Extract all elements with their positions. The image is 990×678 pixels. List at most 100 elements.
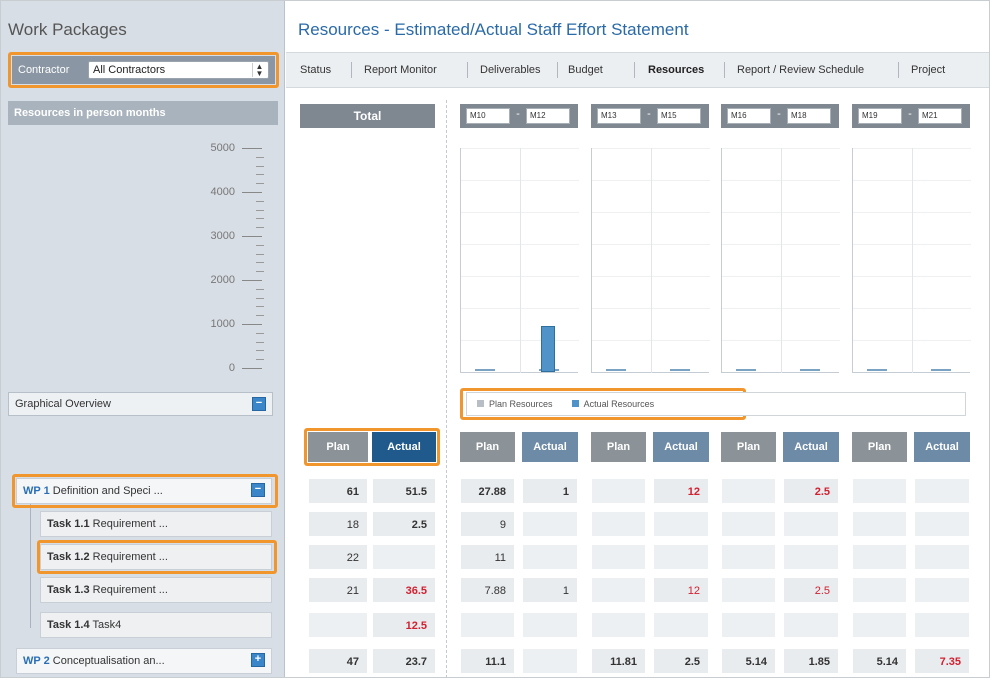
period-plan-cell bbox=[852, 511, 907, 537]
tab-budget[interactable]: Budget bbox=[568, 64, 603, 76]
y-tick-major bbox=[242, 324, 262, 325]
y-tick-minor bbox=[256, 218, 264, 220]
y-tick-minor bbox=[256, 271, 264, 273]
period-chart bbox=[852, 148, 971, 373]
period-actual-header: Actual bbox=[914, 432, 970, 462]
total-plan-cell: 47 bbox=[308, 648, 368, 674]
y-tick-minor bbox=[256, 174, 264, 176]
period-plan-header: Plan bbox=[460, 432, 515, 462]
y-tick-minor bbox=[256, 244, 264, 246]
y-tick-minor bbox=[256, 350, 264, 352]
chart-legend: Plan Resources Actual Resources bbox=[466, 392, 966, 416]
expand-icon[interactable]: + bbox=[251, 653, 265, 667]
sidebar-item-task-1-3[interactable]: Task 1.3 Requirement ... bbox=[40, 577, 272, 603]
period-from-select[interactable]: M10 bbox=[466, 108, 510, 124]
period-plan-cell bbox=[721, 511, 776, 537]
tab-report-monitor[interactable]: Report Monitor bbox=[364, 64, 437, 76]
y-tick-minor bbox=[256, 359, 264, 361]
period-plan-cell bbox=[852, 478, 907, 504]
total-actual-cell: 51.5 bbox=[372, 478, 436, 504]
chart-divider bbox=[912, 148, 913, 373]
total-plan-cell bbox=[308, 612, 368, 638]
sidebar-item-task-1-2[interactable]: Task 1.2 Requirement ... bbox=[40, 544, 272, 570]
y-tick-minor bbox=[256, 165, 264, 167]
y-tick-major bbox=[242, 368, 262, 369]
total-actual-cell: 2.5 bbox=[372, 511, 436, 537]
y-tick-major bbox=[242, 148, 262, 149]
period-to-select[interactable]: M12 bbox=[526, 108, 570, 124]
period-actual-cell bbox=[522, 511, 578, 537]
bar-baseline bbox=[931, 369, 951, 371]
y-tick-label: 4000 bbox=[210, 186, 235, 198]
tab-status[interactable]: Status bbox=[300, 64, 331, 76]
chart-divider bbox=[520, 148, 521, 373]
y-tick-label: 2000 bbox=[210, 274, 235, 286]
tab-project[interactable]: Project bbox=[911, 64, 945, 76]
period-chart bbox=[460, 148, 579, 373]
period-actual-header: Actual bbox=[783, 432, 839, 462]
period-plan-cell bbox=[721, 577, 776, 603]
work-packages-sidebar: Work Packages Contractor All Contractors… bbox=[0, 0, 285, 678]
period-plan-cell: 27.88 bbox=[460, 478, 515, 504]
plan-legend-swatch bbox=[477, 400, 484, 407]
total-actual-header: Actual bbox=[372, 432, 436, 462]
tab-separator bbox=[557, 62, 558, 78]
period-selector: M19- M21 bbox=[852, 104, 970, 128]
period-plan-cell: 9 bbox=[460, 511, 515, 537]
period-plan-cell: 11.81 bbox=[591, 648, 646, 674]
total-actual-cell: 12.5 bbox=[372, 612, 436, 638]
period-plan-cell: 11 bbox=[460, 544, 515, 570]
y-tick-minor bbox=[256, 262, 264, 264]
contractor-label: Contractor bbox=[18, 64, 70, 76]
total-header: Total bbox=[300, 104, 435, 128]
y-tick-minor bbox=[256, 288, 264, 290]
period-plan-header: Plan bbox=[852, 432, 907, 462]
total-plan-cell: 61 bbox=[308, 478, 368, 504]
period-plan-header: Plan bbox=[591, 432, 646, 462]
period-to-select[interactable]: M15 bbox=[657, 108, 701, 124]
period-chart bbox=[721, 148, 840, 373]
period-actual-cell bbox=[783, 511, 839, 537]
actual-legend-swatch bbox=[571, 400, 579, 407]
period-actual-cell bbox=[914, 577, 970, 603]
tab-report-review-schedule[interactable]: Report / Review Schedule bbox=[737, 64, 864, 76]
period-actual-header: Actual bbox=[522, 432, 578, 462]
period-from-select[interactable]: M19 bbox=[858, 108, 902, 124]
collapse-icon[interactable]: − bbox=[251, 483, 265, 497]
y-tick-label: 5000 bbox=[210, 142, 235, 154]
page-title: Resources - Estimated/Actual Staff Effor… bbox=[298, 20, 689, 39]
wp-label: Conceptualisation an... bbox=[52, 655, 165, 667]
collapse-icon[interactable]: − bbox=[252, 397, 266, 411]
y-tick-minor bbox=[256, 200, 264, 202]
sidebar-item-task-1-1[interactable]: Task 1.1 Requirement ... bbox=[40, 511, 272, 537]
graphical-overview-toggle[interactable]: Graphical Overview − bbox=[8, 392, 273, 416]
tab-deliverables[interactable]: Deliverables bbox=[480, 64, 541, 76]
tab-resources[interactable]: Resources bbox=[648, 64, 704, 76]
total-actual-cell: 23.7 bbox=[372, 648, 436, 674]
bar-baseline bbox=[800, 369, 820, 371]
tab-separator bbox=[351, 62, 352, 78]
y-tick-minor bbox=[256, 306, 264, 308]
contractor-select[interactable]: All Contractors ▲ ▼ bbox=[88, 61, 269, 79]
y-tick-major bbox=[242, 236, 262, 237]
period-actual-cell: 12 bbox=[653, 478, 709, 504]
wp-label: Definition and Speci ... bbox=[52, 485, 163, 497]
sidebar-item-wp2[interactable]: WP 2 Conceptualisation an... + bbox=[16, 648, 272, 674]
legend-actual: Actual Resources bbox=[583, 399, 655, 409]
period-plan-cell bbox=[591, 612, 646, 638]
period-to-select[interactable]: M21 bbox=[918, 108, 962, 124]
task-number: Task 1.4 bbox=[47, 619, 90, 631]
y-axis: 5000 4000 3000 2000 1000 0 bbox=[0, 140, 285, 380]
sidebar-item-task-1-4[interactable]: Task 1.4 Task4 bbox=[40, 612, 272, 638]
period-to-select[interactable]: M18 bbox=[787, 108, 831, 124]
period-from-select[interactable]: M13 bbox=[597, 108, 641, 124]
sidebar-item-wp1[interactable]: WP 1 Definition and Speci ... − bbox=[16, 478, 272, 504]
period-from-select[interactable]: M16 bbox=[727, 108, 771, 124]
y-tick-minor bbox=[256, 315, 264, 317]
bar-baseline bbox=[475, 369, 495, 371]
period-plan-cell bbox=[721, 612, 776, 638]
period-actual-cell bbox=[522, 612, 578, 638]
period-actual-cell bbox=[783, 612, 839, 638]
sidebar-title: Work Packages bbox=[8, 20, 127, 39]
total-plan-cell: 22 bbox=[308, 544, 368, 570]
